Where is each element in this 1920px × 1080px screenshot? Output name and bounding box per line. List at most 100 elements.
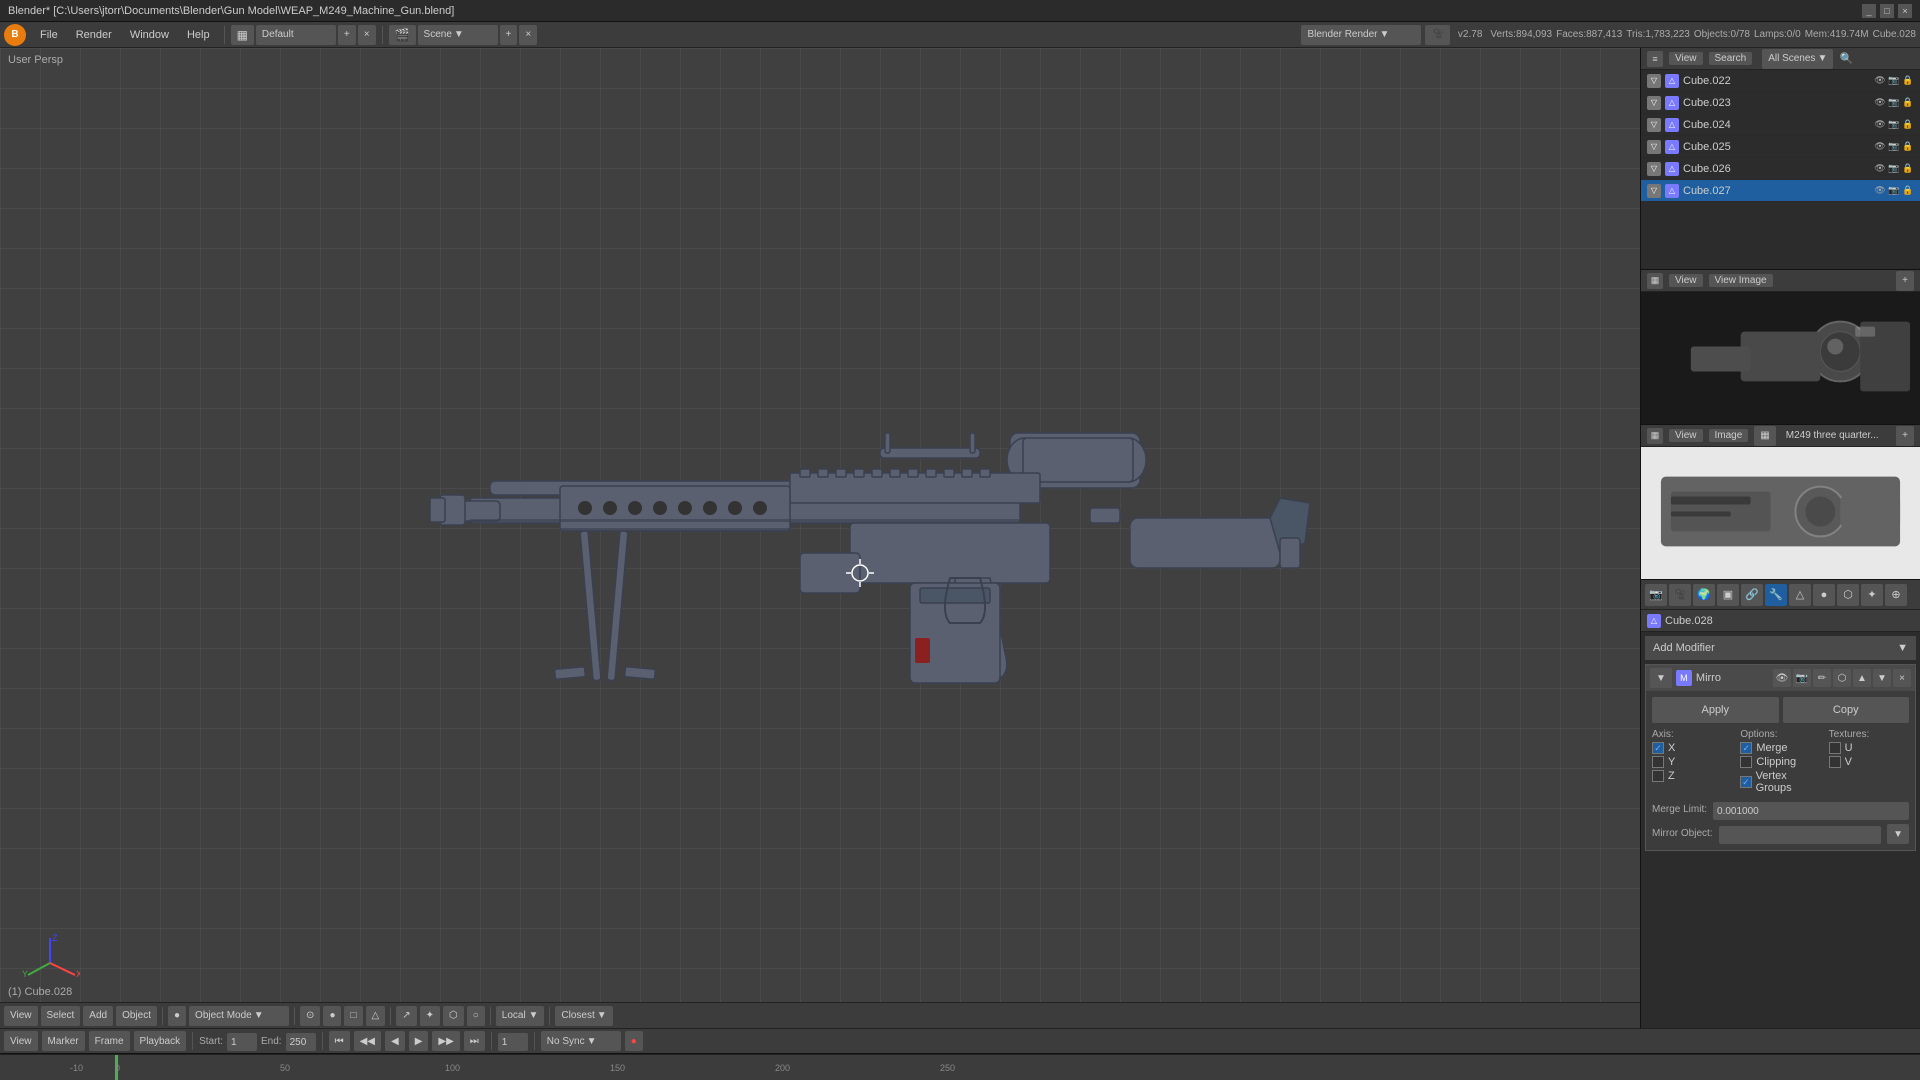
render-icon-3[interactable]: 📷 bbox=[1888, 141, 1900, 153]
play-btn[interactable]: ▶ bbox=[409, 1031, 429, 1051]
timeline-marker-btn[interactable]: Marker bbox=[42, 1031, 85, 1051]
object-menu-btn[interactable]: Object bbox=[116, 1006, 157, 1026]
play-back-btn[interactable]: ◀ bbox=[385, 1031, 405, 1051]
vertex-groups-checkbox[interactable]: ✓ bbox=[1740, 776, 1751, 788]
image-type-btn[interactable]: ▦ bbox=[1754, 426, 1775, 446]
prop-physics-btn[interactable]: ⊕ bbox=[1885, 584, 1907, 606]
prop-modifier-btn[interactable]: 🔧 bbox=[1765, 584, 1787, 606]
image-search-btn[interactable]: View Image bbox=[1709, 274, 1773, 287]
lock-icon-2[interactable]: 🔒 bbox=[1902, 119, 1914, 131]
face-select-btn[interactable]: △ bbox=[366, 1006, 386, 1026]
image-view2-btn[interactable]: View bbox=[1669, 429, 1703, 442]
add-modifier-button[interactable]: Add Modifier ▼ bbox=[1645, 636, 1916, 660]
copy-button[interactable]: Copy bbox=[1783, 697, 1910, 723]
record-btn[interactable]: ● bbox=[625, 1031, 643, 1051]
view-menu-btn[interactable]: View bbox=[4, 1006, 38, 1026]
start-field[interactable]: 1 bbox=[227, 1033, 257, 1051]
menu-help[interactable]: Help bbox=[179, 27, 218, 43]
eye-icon-3[interactable]: 👁 bbox=[1874, 141, 1886, 153]
merge-checkbox[interactable]: ✓ bbox=[1740, 742, 1752, 754]
image-add-btn[interactable]: + bbox=[1896, 271, 1914, 291]
eye-icon-5[interactable]: 👁 bbox=[1874, 185, 1886, 197]
prop-render-btn[interactable]: 🎥 bbox=[1669, 584, 1691, 606]
maximize-button[interactable]: □ bbox=[1880, 4, 1894, 18]
axis-x-checkbox[interactable]: ✓ bbox=[1652, 742, 1664, 754]
outliner-view-btn[interactable]: View bbox=[1669, 52, 1703, 65]
layout-dropdown[interactable]: Default bbox=[256, 25, 336, 45]
image-view-btn[interactable]: View bbox=[1669, 274, 1703, 287]
close-button[interactable]: × bbox=[1898, 4, 1912, 18]
next-keyframe-btn[interactable]: ▶▶ bbox=[432, 1031, 459, 1051]
snap-dropdown[interactable]: Closest ▼ bbox=[555, 1006, 612, 1026]
eye-icon-2[interactable]: 👁 bbox=[1874, 119, 1886, 131]
render-icon-4[interactable]: 📷 bbox=[1888, 163, 1900, 175]
scene-add-btn[interactable]: + bbox=[500, 25, 518, 45]
tex-u-checkbox[interactable] bbox=[1829, 742, 1841, 754]
select-menu-btn[interactable]: Select bbox=[41, 1006, 81, 1026]
apply-button[interactable]: Apply bbox=[1652, 697, 1779, 723]
render-icon-2[interactable]: 📷 bbox=[1888, 119, 1900, 131]
render-icon[interactable]: 🎥 bbox=[1425, 25, 1449, 45]
image-add2-btn[interactable]: + bbox=[1896, 426, 1914, 446]
jump-end-btn[interactable]: ⏭ bbox=[464, 1031, 485, 1051]
timeline-frame-btn[interactable]: Frame bbox=[89, 1031, 130, 1051]
lock-icon-1[interactable]: 🔒 bbox=[1902, 97, 1914, 109]
draw-mode-btn[interactable]: ↗ bbox=[396, 1006, 416, 1026]
scene-remove-btn[interactable]: × bbox=[519, 25, 537, 45]
axis-y-checkbox[interactable] bbox=[1652, 756, 1664, 768]
vertex-select-btn[interactable]: ● bbox=[323, 1006, 341, 1026]
modifier-expand-btn[interactable]: ▼ bbox=[1650, 668, 1672, 688]
jump-start-btn[interactable]: ⏮ bbox=[329, 1031, 350, 1051]
eye-icon-1[interactable]: 👁 bbox=[1874, 97, 1886, 109]
render-engine-dropdown[interactable]: Blender Render ▼ bbox=[1301, 25, 1421, 45]
scene-dropdown[interactable]: Scene ▼ bbox=[418, 25, 498, 45]
lock-icon-4[interactable]: 🔒 bbox=[1902, 163, 1914, 175]
add-menu-btn[interactable]: Add bbox=[83, 1006, 113, 1026]
tex-v-checkbox[interactable] bbox=[1829, 756, 1841, 768]
layout-remove-btn[interactable]: × bbox=[358, 25, 376, 45]
minimize-button[interactable]: _ bbox=[1862, 4, 1876, 18]
modifier-realtime-btn[interactable]: 👁 bbox=[1773, 669, 1791, 687]
current-frame-field[interactable]: 1 bbox=[498, 1033, 528, 1051]
render-icon-5[interactable]: 📷 bbox=[1888, 185, 1900, 197]
modifier-up-btn[interactable]: ▲ bbox=[1853, 669, 1871, 687]
prop-world-btn[interactable]: 🌍 bbox=[1693, 584, 1715, 606]
modifier-down-btn[interactable]: ▼ bbox=[1873, 669, 1891, 687]
layout-add-btn[interactable]: + bbox=[338, 25, 356, 45]
prop-texture-btn[interactable]: ⬡ bbox=[1837, 584, 1859, 606]
menu-render[interactable]: Render bbox=[68, 27, 120, 43]
merge-limit-field[interactable]: 0.001000 bbox=[1713, 802, 1909, 820]
object-mode-dropdown[interactable]: Object Mode ▼ bbox=[189, 1006, 289, 1026]
outliner-item-4[interactable]: ▽ △ Cube.026 👁 📷 🔒 bbox=[1641, 158, 1920, 180]
eye-icon-0[interactable]: 👁 bbox=[1874, 75, 1886, 87]
lock-icon-3[interactable]: 🔒 bbox=[1902, 141, 1914, 153]
prop-constraint-btn[interactable]: 🔗 bbox=[1741, 584, 1763, 606]
modifier-render-btn[interactable]: 📷 bbox=[1793, 669, 1811, 687]
outliner-item-1[interactable]: ▽ △ Cube.023 👁 📷 🔒 bbox=[1641, 92, 1920, 114]
render-icon-1[interactable]: 📷 bbox=[1888, 97, 1900, 109]
outliner-item-5[interactable]: ▽ △ Cube.027 👁 📷 🔒 bbox=[1641, 180, 1920, 202]
prop-object-btn[interactable]: ▣ bbox=[1717, 584, 1739, 606]
weight-btn[interactable]: ○ bbox=[467, 1006, 485, 1026]
prop-data-btn[interactable]: △ bbox=[1789, 584, 1811, 606]
global-local-btn[interactable]: ⊙ bbox=[300, 1006, 320, 1026]
edge-select-btn[interactable]: □ bbox=[344, 1006, 362, 1026]
pivot-dropdown[interactable]: Local ▼ bbox=[496, 1006, 545, 1026]
prev-keyframe-btn[interactable]: ◀◀ bbox=[354, 1031, 381, 1051]
image-image-btn[interactable]: Image bbox=[1709, 429, 1749, 442]
outliner-item-0[interactable]: ▽ △ Cube.022 👁 📷 🔒 bbox=[1641, 70, 1920, 92]
eye-icon-4[interactable]: 👁 bbox=[1874, 163, 1886, 175]
sync-mode-dropdown[interactable]: No Sync ▼ bbox=[541, 1031, 621, 1051]
lock-icon-0[interactable]: 🔒 bbox=[1902, 75, 1914, 87]
texture-btn[interactable]: ⬡ bbox=[443, 1006, 464, 1026]
menu-file[interactable]: File bbox=[32, 27, 66, 43]
blender-logo[interactable]: B bbox=[4, 24, 26, 46]
modifier-editmode-btn[interactable]: ✏ bbox=[1813, 669, 1831, 687]
modifier-delete-btn[interactable]: × bbox=[1893, 669, 1911, 687]
menu-window[interactable]: Window bbox=[122, 27, 177, 43]
lock-icon-5[interactable]: 🔒 bbox=[1902, 185, 1914, 197]
mirror-object-expand[interactable]: ▼ bbox=[1887, 824, 1909, 844]
prop-scene-btn[interactable]: 📷 bbox=[1645, 584, 1667, 606]
outliner-search-btn[interactable]: Search bbox=[1709, 52, 1753, 65]
mode-icon[interactable]: ● bbox=[168, 1006, 186, 1026]
